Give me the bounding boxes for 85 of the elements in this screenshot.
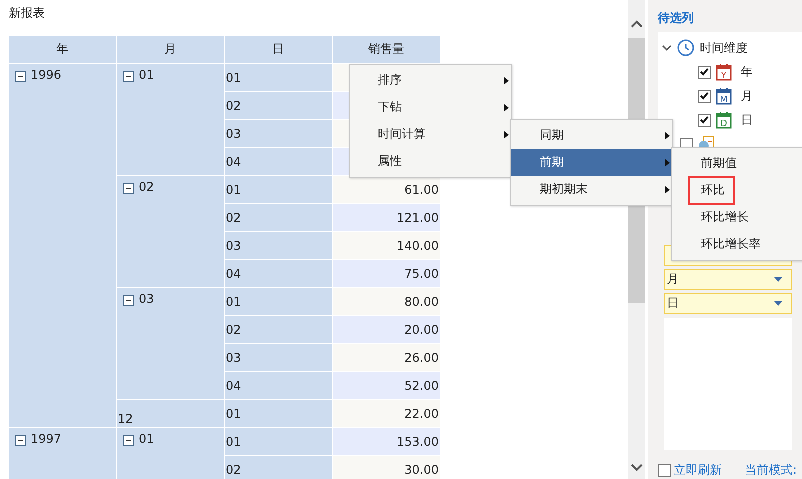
chevron-icon[interactable] <box>662 44 672 52</box>
column-header: 日 <box>225 36 332 63</box>
day-cell: 01 <box>225 288 332 315</box>
month-label: 01 <box>139 432 154 446</box>
checkbox[interactable] <box>658 464 671 477</box>
collapse-icon[interactable] <box>123 295 134 306</box>
menu-item[interactable]: 时间计算 <box>350 121 511 148</box>
column-header: 月 <box>117 36 224 63</box>
checkbox[interactable] <box>698 114 711 126</box>
day-cell: 01 <box>225 176 332 203</box>
day-cell: 01 <box>225 64 332 91</box>
year-label: 1996 <box>31 68 62 82</box>
value-cell: 61.00 <box>333 176 440 203</box>
menu-item[interactable]: 环比增长 <box>672 204 802 231</box>
row-field[interactable]: 日 <box>664 293 792 314</box>
collapse-icon[interactable] <box>15 71 26 82</box>
calendar-icon: M <box>716 88 732 104</box>
menu-item[interactable]: 期初期末 <box>511 176 672 203</box>
tree-label: 月 <box>741 88 753 104</box>
year-label: 1997 <box>31 432 62 446</box>
dropdown-caret-icon[interactable] <box>774 277 783 282</box>
day-cell: 02 <box>225 456 332 479</box>
value-cell: 22.00 <box>333 400 440 427</box>
tree-item[interactable]: M 月 <box>658 84 802 108</box>
panel-title: 待选列 <box>658 10 695 27</box>
value-cell: 80.00 <box>333 288 440 315</box>
tree-item[interactable]: Y 年 <box>658 60 802 84</box>
collapse-icon[interactable] <box>123 71 134 82</box>
scroll-up-icon[interactable] <box>630 20 642 28</box>
collapse-icon[interactable] <box>123 183 134 194</box>
column-header: 年 <box>9 36 116 63</box>
column-header: 销售量 <box>333 36 440 63</box>
tree-item[interactable]: 时间维度 <box>658 36 802 60</box>
mode-link[interactable]: 当前模式: <box>745 462 798 479</box>
day-cell: 02 <box>225 204 332 231</box>
value-cell: 75.00 <box>333 260 440 287</box>
day-cell: 04 <box>225 372 332 399</box>
clock-icon <box>677 39 695 57</box>
day-cell: 02 <box>225 92 332 119</box>
tree-label: 年 <box>741 64 753 80</box>
scroll-down-icon[interactable] <box>630 464 642 472</box>
menu-item[interactable]: 下钻 <box>350 94 511 121</box>
tree-label: 时间维度 <box>700 40 748 56</box>
month-label: 03 <box>139 292 154 306</box>
tree-label: 日 <box>741 112 753 128</box>
day-cell: 04 <box>225 148 332 175</box>
value-cell: 30.00 <box>333 456 440 479</box>
calendar-icon: Y <box>716 64 732 80</box>
submenu-arrow-icon <box>665 159 670 167</box>
value-cell: 20.00 <box>333 316 440 343</box>
month-label: 01 <box>139 68 154 82</box>
menu-item[interactable]: 前期值 <box>672 150 802 177</box>
month-label: 12 <box>118 412 134 426</box>
collapse-icon[interactable] <box>15 435 26 446</box>
value-cell: 52.00 <box>333 372 440 399</box>
menu-item[interactable]: 前期 <box>511 149 672 176</box>
refresh-link[interactable]: 立即刷新 <box>674 462 722 479</box>
submenu-arrow-icon <box>504 104 509 112</box>
checkbox[interactable] <box>698 66 711 78</box>
day-cell: 01 <box>225 400 332 427</box>
menu-item[interactable]: 环比增长率 <box>672 231 802 258</box>
menu-item[interactable]: 环比 <box>672 177 802 204</box>
value-cell: 153.00 <box>333 428 440 455</box>
dropdown-caret-icon[interactable] <box>774 301 783 306</box>
menu-item[interactable]: 排序 <box>350 67 511 94</box>
row-field[interactable]: 月 <box>664 269 792 290</box>
day-cell: 03 <box>225 120 332 147</box>
menu-item[interactable]: 属性 <box>350 148 511 175</box>
day-cell: 03 <box>225 344 332 371</box>
calendar-icon: D <box>716 112 732 128</box>
day-cell: 02 <box>225 316 332 343</box>
report-title: 新报表 <box>8 5 46 22</box>
collapse-icon[interactable] <box>123 435 134 446</box>
checkbox[interactable] <box>698 90 711 102</box>
day-cell: 03 <box>225 232 332 259</box>
value-cell: 140.00 <box>333 232 440 259</box>
month-label: 02 <box>139 180 154 194</box>
day-cell: 04 <box>225 260 332 287</box>
day-cell: 01 <box>225 428 332 455</box>
value-cell: 121.00 <box>333 204 440 231</box>
submenu-arrow-icon <box>665 186 670 194</box>
submenu-arrow-icon <box>504 77 509 85</box>
submenu-arrow-icon <box>504 131 509 139</box>
value-cell: 26.00 <box>333 344 440 371</box>
submenu-arrow-icon <box>665 132 670 140</box>
